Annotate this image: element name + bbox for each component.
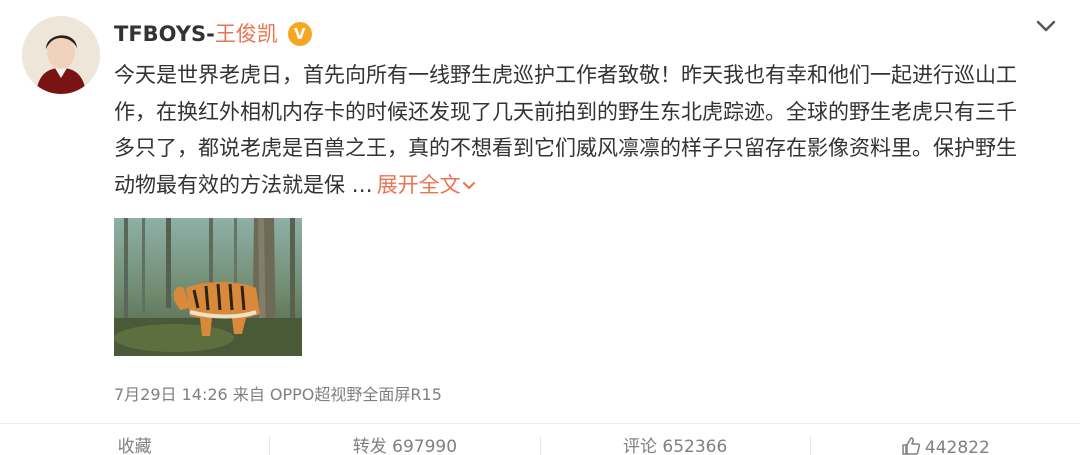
action-bar-divider [0, 423, 1080, 424]
repost-label: 转发 697990 [352, 437, 458, 455]
action-bar: 收藏 转发 697990 评论 652366 442822 [0, 436, 1080, 455]
post-meta: 7月29日 14:26 来自 OPPO超视野全面屏R15 [114, 385, 442, 404]
post-menu-chevron-down-icon[interactable] [1032, 14, 1060, 38]
post-image-thumbnail[interactable] [114, 218, 302, 356]
favorite-label: 收藏 [117, 437, 152, 455]
post-text: 今天是世界老虎日，首先向所有一线野生虎巡护工作者致敬！昨天我也有幸和他们一起进行… [114, 57, 1064, 203]
post-text-line: 作，在换红外相机内存卡的时候还发现了几天前拍到的野生东北虎踪迹。全球的野生老虎只… [114, 99, 1017, 124]
author-name-en: TFBOYS- [114, 22, 215, 46]
avatar[interactable] [22, 16, 100, 94]
expand-label: 展开全文 [376, 172, 461, 197]
like-count: 442822 [924, 438, 990, 455]
chevron-down-icon [462, 181, 475, 189]
avatar-image [22, 16, 100, 94]
like-button[interactable]: 442822 [809, 436, 1080, 455]
tiger-photo-image [114, 218, 302, 356]
comment-label: 评论 652366 [622, 437, 728, 455]
post-text-line: 今天是世界老虎日，首先向所有一线野生虎巡护工作者致敬！昨天我也有幸和他们一起进行… [114, 63, 1017, 87]
author-name-cn: 王俊凯 [214, 22, 278, 46]
thumbs-up-icon [902, 437, 921, 455]
post-text-line-last: 动物最有效的方法就是保 … 展开全文 [114, 167, 1064, 204]
post-text-line: 多只了，都说老虎是百兽之王，真的不想看到它们威风凛凛的样子只留存在影像资料里。保… [114, 136, 1017, 160]
verified-badge-icon: V [287, 22, 312, 46]
expand-full-text-link[interactable]: 展开全文 [377, 173, 477, 197]
comment-button[interactable]: 评论 652366 [539, 436, 810, 455]
post-text-truncated: 动物最有效的方法就是保 … [114, 172, 373, 197]
favorite-button[interactable]: 收藏 [0, 436, 269, 455]
author-name[interactable]: TFBOYS- 王俊凯 V [114, 20, 312, 48]
repost-button[interactable]: 转发 697990 [269, 436, 539, 455]
